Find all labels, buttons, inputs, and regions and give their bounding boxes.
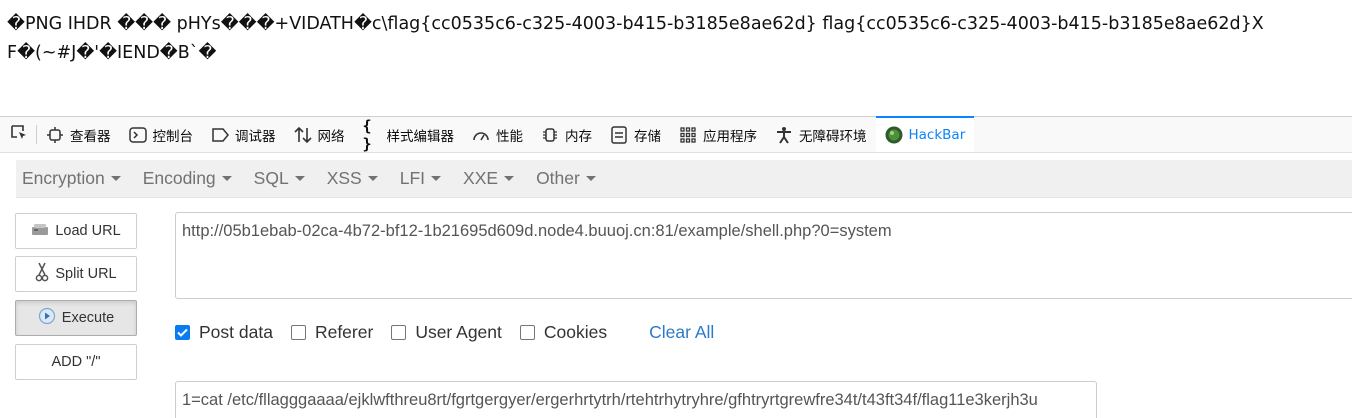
performance-icon: [472, 126, 490, 144]
url-value: http://05b1ebab-02ca-4b72-bf12-1b21695d6…: [182, 222, 892, 240]
tab-console[interactable]: 控制台: [120, 117, 203, 152]
tab-memory[interactable]: 内存: [532, 117, 601, 152]
style-editor-icon: { }: [362, 116, 372, 153]
scissors-icon: [35, 262, 49, 286]
tab-application[interactable]: 应用程序: [670, 117, 766, 152]
element-picker-button[interactable]: [0, 117, 37, 152]
storage-icon: [610, 125, 628, 144]
tab-label: 控制台: [152, 128, 194, 145]
add-slash-label: ADD "/": [51, 354, 101, 370]
page-output: �PNG IHDR ��� pHYs���+VIDATH�c\flag{cc05…: [7, 10, 1352, 68]
execute-button[interactable]: Execute: [15, 300, 137, 336]
tab-label: 内存: [565, 128, 592, 145]
add-slash-button[interactable]: ADD "/": [15, 344, 137, 380]
page-output-line-1: �PNG IHDR ��� pHYs���+VIDATH�c\flag{cc05…: [7, 14, 1264, 34]
caret-down-icon: [585, 176, 596, 181]
menu-lfi[interactable]: LFI: [394, 168, 447, 189]
menu-encoding[interactable]: Encoding: [137, 168, 238, 189]
debugger-icon: [211, 126, 229, 144]
user-agent-label: User Agent: [415, 321, 502, 342]
menu-other[interactable]: Other: [530, 168, 602, 189]
caret-down-icon: [294, 176, 305, 181]
tab-label: 调试器: [235, 128, 276, 145]
post-data-option[interactable]: Post data: [175, 322, 273, 343]
caret-down-icon: [504, 176, 515, 181]
post-data-textarea[interactable]: 1=cat /etc/fllagggaaaa/ejklwfthreu8rt/fg…: [175, 381, 1097, 418]
accessibility-icon: [775, 126, 793, 144]
tab-label: 性能: [496, 128, 523, 145]
tab-label: HackBar: [908, 126, 966, 143]
post-data-value: 1=cat /etc/fllagggaaaa/ejklwfthreu8rt/fg…: [182, 391, 1038, 409]
tab-inspector[interactable]: 查看器: [37, 117, 120, 152]
hackbar-icon: [885, 126, 903, 144]
page-output-line-2: F�(~#J�'�IEND�B`�: [7, 43, 217, 63]
load-url-icon: [31, 221, 49, 241]
tab-label: 存储: [634, 128, 661, 145]
inspector-icon: [46, 126, 64, 144]
application-icon: [679, 126, 697, 144]
menu-sql[interactable]: SQL: [248, 168, 311, 189]
execute-label: Execute: [61, 310, 115, 326]
caret-down-icon: [221, 176, 232, 181]
split-url-button[interactable]: Split URL: [15, 256, 137, 292]
menu-xss[interactable]: XSS: [321, 168, 384, 189]
tab-label: 样式编辑器: [386, 128, 455, 145]
referer-checkbox[interactable]: [290, 324, 306, 340]
caret-down-icon: [431, 176, 442, 181]
element-picker-icon: [10, 124, 28, 146]
user-agent-checkbox[interactable]: [391, 324, 407, 340]
clear-all-link[interactable]: Clear All: [649, 322, 714, 343]
network-icon: [293, 126, 312, 144]
memory-icon: [541, 126, 559, 144]
devtools-tab-bar: 查看器 控制台 调试器 网络 { } 样式编辑器 性能 内存 存储 应用程序 无…: [0, 116, 1352, 153]
tab-debugger[interactable]: 调试器: [202, 117, 285, 152]
tab-label: 应用程序: [703, 128, 757, 145]
load-url-button[interactable]: Load URL: [15, 213, 137, 249]
tab-hackbar[interactable]: HackBar: [875, 116, 975, 152]
post-data-checkbox[interactable]: [175, 324, 190, 340]
caret-down-icon: [110, 176, 121, 181]
console-icon: [128, 126, 147, 144]
user-agent-option[interactable]: User Agent: [391, 322, 502, 343]
url-textarea[interactable]: http://05b1ebab-02ca-4b72-bf12-1b21695d6…: [175, 212, 1352, 299]
referer-option[interactable]: Referer: [290, 321, 374, 343]
cookies-checkbox[interactable]: [519, 324, 535, 340]
post-data-label: Post data: [199, 321, 273, 342]
tab-performance[interactable]: 性能: [463, 117, 532, 152]
tab-label: 无障碍环境: [799, 128, 867, 145]
hackbar-menu: Encryption Encoding SQL XSS LFI XXE Othe…: [16, 160, 1352, 198]
menu-encryption[interactable]: Encryption: [16, 168, 127, 189]
caret-down-icon: [367, 176, 378, 181]
play-icon: [38, 307, 56, 329]
cookies-option[interactable]: Cookies: [519, 321, 608, 343]
split-url-label: Split URL: [55, 266, 117, 282]
menu-xxe[interactable]: XXE: [457, 168, 520, 189]
tab-label: 网络: [317, 128, 345, 145]
tab-network[interactable]: 网络: [285, 117, 354, 152]
tab-label: 查看器: [70, 128, 111, 145]
cookies-label: Cookies: [543, 321, 608, 342]
load-url-label: Load URL: [55, 223, 121, 239]
request-options: Post data Referer User Agent Cookies Cle…: [175, 320, 714, 344]
tab-accessibility[interactable]: 无障碍环境: [766, 117, 876, 152]
tab-storage[interactable]: 存储: [601, 117, 670, 152]
tab-style-editor[interactable]: { } 样式编辑器: [354, 116, 464, 153]
referer-label: Referer: [314, 321, 374, 342]
